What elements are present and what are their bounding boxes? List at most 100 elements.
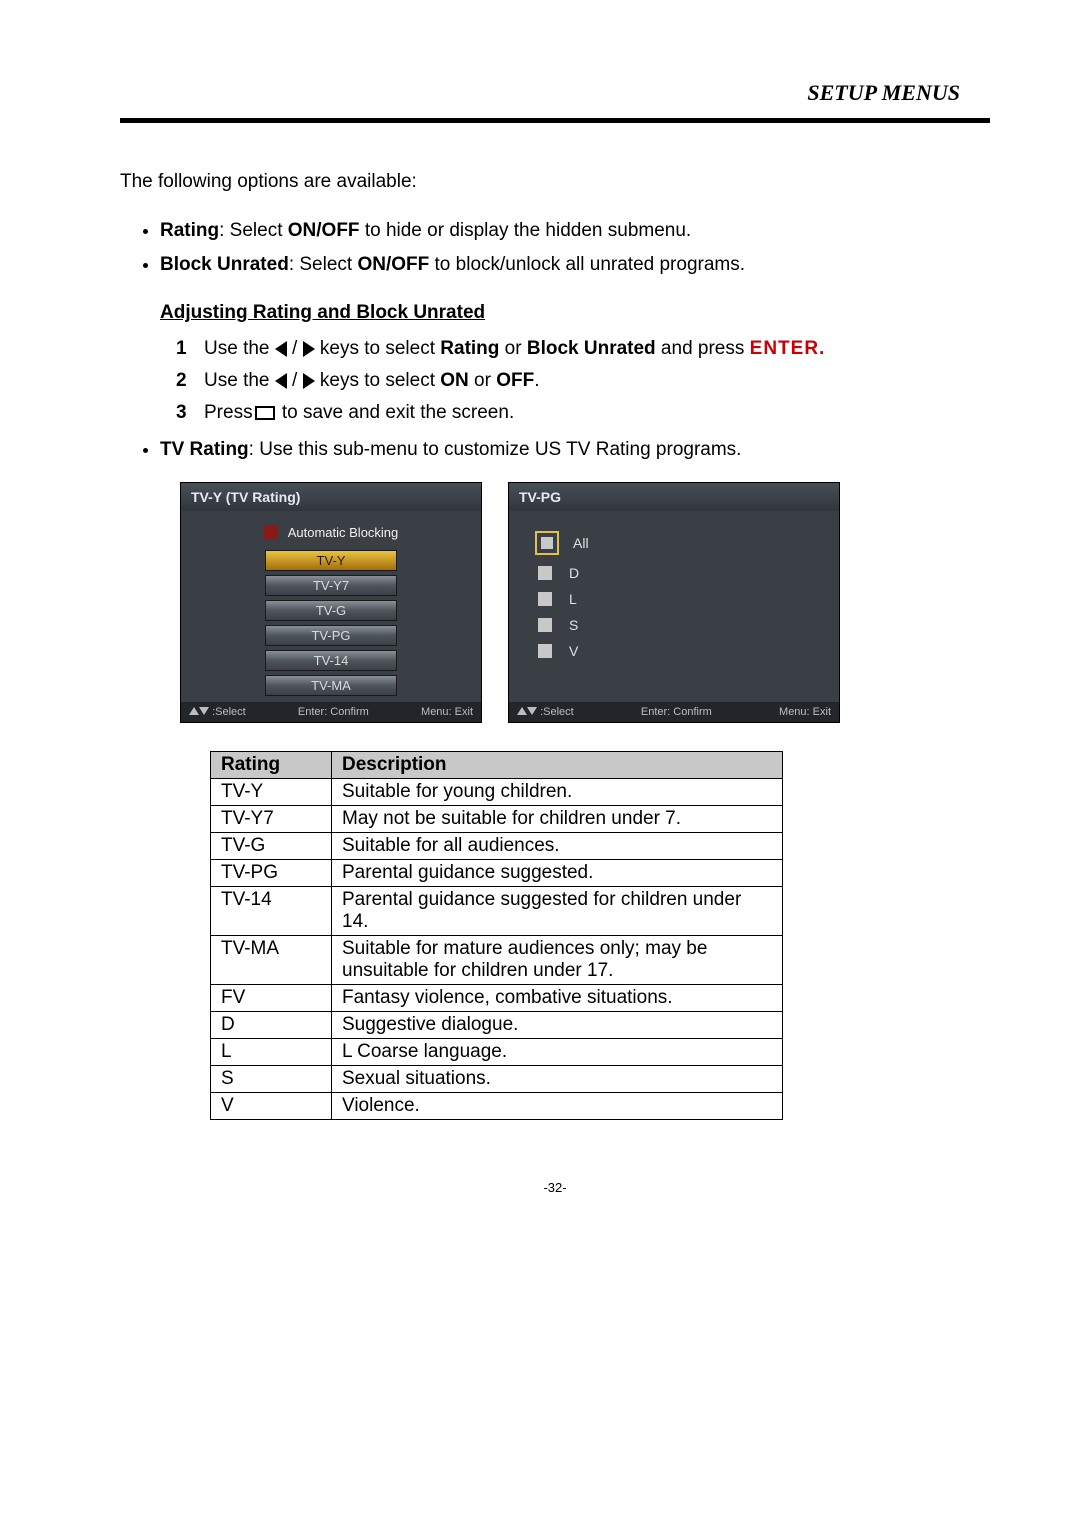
t: or [469,370,496,391]
cell-rating: TV-Y7 [211,805,332,832]
b: Rating [440,338,499,359]
t: : Select [289,254,358,275]
osd-pg-row-l[interactable]: L [535,591,839,607]
onoff1: ON/OFF [288,220,360,241]
down-arrow-icon [199,707,209,715]
cell-rating: TV-MA [211,935,332,984]
t: to block/unlock all unrated programs. [429,254,745,275]
t: Press [204,402,253,423]
cell-description: Parental guidance suggested for children… [332,886,783,935]
cell-description: Fantasy violence, combative situations. [332,984,783,1011]
t: . [534,370,539,391]
table-row: TV-PGParental guidance suggested. [211,859,783,886]
down-arrow-icon [527,707,537,715]
osd-auto-block-row: Automatic Blocking [181,521,481,550]
cell-description: L Coarse language. [332,1038,783,1065]
bold-block: Block Unrated [160,254,289,275]
cell-description: May not be suitable for children under 7… [332,805,783,832]
bullet-block-unrated: Block Unrated: Select ON/OFF to block/un… [160,251,990,279]
table-row: SSexual situations. [211,1065,783,1092]
cell-description: Violence. [332,1092,783,1119]
lbl: All [573,535,589,551]
cell-rating: V [211,1092,332,1119]
table-head-row: Rating Description [211,751,783,778]
checkbox-icon [538,644,552,658]
onoff2: ON/OFF [357,254,429,275]
cell-rating: FV [211,984,332,1011]
osd-pg-list: All D L S V [509,521,839,659]
t: : Select [219,220,288,241]
page-number: -32- [120,1180,990,1195]
osd-pg-row-d[interactable]: D [535,565,839,581]
osd-screenshots: TV-Y (TV Rating) Automatic Blocking TV-Y… [180,482,990,723]
auto-block-label: Automatic Blocking [288,525,399,540]
bullet-rating: Rating: Select ON/OFF to hide or display… [160,217,990,245]
osd-item-tv-g[interactable]: TV-G [265,600,397,621]
table-row: FVFantasy violence, combative situations… [211,984,783,1011]
step-num: 3 [176,402,194,424]
step-2: 2 Use the / keys to select ON or OFF. [176,370,990,392]
red-square-icon [264,525,278,539]
table-row: LL Coarse language. [211,1038,783,1065]
footer-menu: Menu: Exit [779,706,831,718]
osd-pg-row-all[interactable]: All [535,531,839,555]
cell-description: Parental guidance suggested. [332,859,783,886]
osd-item-tv-14[interactable]: TV-14 [265,650,397,671]
cell-description: Suitable for young children. [332,778,783,805]
cell-description: Suggestive dialogue. [332,1011,783,1038]
osd-rating-list: TV-Y TV-Y7 TV-G TV-PG TV-14 TV-MA [181,550,481,696]
table-row: TV-Y7May not be suitable for children un… [211,805,783,832]
ratings-table: Rating Description TV-YSuitable for youn… [210,751,783,1120]
t: and press [656,338,750,359]
right-arrow-icon [303,373,315,389]
osd-item-tv-ma[interactable]: TV-MA [265,675,397,696]
enter-label: ENTER. [750,338,826,359]
up-arrow-icon [189,707,199,715]
t: to save and exit the screen. [277,402,515,423]
th-rating: Rating [211,751,332,778]
bold-rating: Rating [160,220,219,241]
cell-rating: TV-14 [211,886,332,935]
osd-right-body: All D L S V [509,511,839,702]
cell-rating: TV-PG [211,859,332,886]
table-row: TV-YSuitable for young children. [211,778,783,805]
lbl: V [569,643,578,659]
th-description: Description [332,751,783,778]
b: ON [440,370,469,391]
osd-left-footer: :Select Enter: Confirm Menu: Exit [181,702,481,722]
cell-rating: TV-Y [211,778,332,805]
osd-right-footer: :Select Enter: Confirm Menu: Exit [509,702,839,722]
checkbox-icon [538,618,552,632]
cell-description: Sexual situations. [332,1065,783,1092]
page-header: SETUP MENUS [120,80,990,123]
left-arrow-icon [275,341,287,357]
table-row: VViolence. [211,1092,783,1119]
t: keys to select [320,338,440,359]
osd-item-tv-pg[interactable]: TV-PG [265,625,397,646]
step-2-text: Use the / keys to select ON or OFF. [204,370,540,392]
up-arrow-icon [517,707,527,715]
osd-pg-row-s[interactable]: S [535,617,839,633]
footer-menu: Menu: Exit [421,706,473,718]
t: : Use this sub-menu to customize US TV R… [249,439,742,460]
osd-item-tv-y[interactable]: TV-Y [265,550,397,571]
cell-rating: TV-G [211,832,332,859]
t: to hide or display the hidden submenu. [360,220,692,241]
t: :Select [540,706,574,718]
osd-item-tv-y7[interactable]: TV-Y7 [265,575,397,596]
footer-enter: Enter: Confirm [298,706,369,718]
subheading-adjusting: Adjusting Rating and Block Unrated [160,302,990,324]
ratings-tbody: TV-YSuitable for young children.TV-Y7May… [211,778,783,1119]
cell-rating: S [211,1065,332,1092]
cell-description: Suitable for mature audiences only; may … [332,935,783,984]
step-3: 3 Press to save and exit the screen. [176,402,990,424]
table-row: TV-MASuitable for mature audiences only;… [211,935,783,984]
checkbox-icon [538,566,552,580]
checkbox-selected-icon [535,531,559,555]
checkbox-icon [538,592,552,606]
bold-tvrating: TV Rating [160,439,249,460]
table-row: DSuggestive dialogue. [211,1011,783,1038]
osd-pg-row-v[interactable]: V [535,643,839,659]
step-num: 1 [176,338,194,360]
table-row: TV-14Parental guidance suggested for chi… [211,886,783,935]
